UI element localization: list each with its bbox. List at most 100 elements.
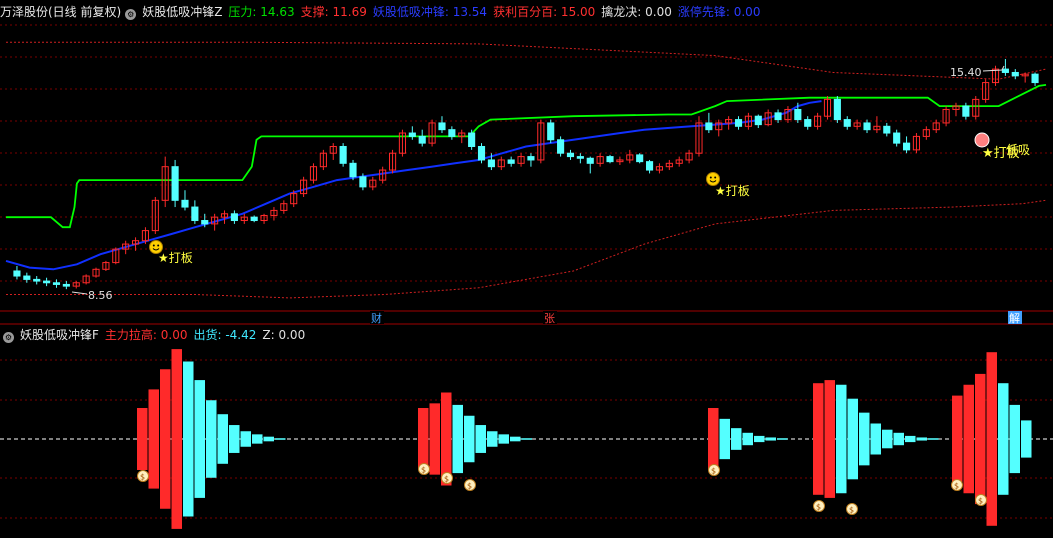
money-bag-symbol: $ [978, 497, 983, 506]
bar-red [963, 384, 974, 494]
candle-down [576, 156, 584, 159]
candle-down [349, 162, 357, 178]
bar-red [824, 380, 835, 498]
candle-down [23, 275, 31, 280]
candle-down [230, 213, 238, 222]
candle-down [438, 122, 446, 131]
candle-down [863, 122, 871, 131]
bar-cyan [777, 438, 788, 440]
bar-red [171, 349, 182, 529]
bar-red [148, 389, 159, 489]
bar-cyan [928, 438, 939, 440]
candle-down [181, 199, 189, 208]
bar-cyan [452, 404, 463, 474]
bar-cyan [847, 398, 858, 480]
event-badge-jie-text: 解 [1009, 311, 1020, 325]
bar-cyan [893, 432, 904, 446]
bar-cyan [1021, 420, 1032, 458]
bar-cyan [1009, 404, 1020, 474]
candle-down [804, 119, 812, 127]
candle-down [62, 283, 70, 287]
bar-red [441, 392, 452, 486]
candle-down [250, 216, 258, 222]
candle-down [171, 166, 179, 201]
candle-down [13, 270, 21, 277]
bar-cyan [870, 423, 881, 455]
bar-cyan [510, 436, 521, 442]
smiley-icon-eye [714, 176, 717, 179]
candle-down [201, 220, 209, 225]
bar-cyan [475, 425, 486, 453]
money-bag-symbol: $ [421, 466, 426, 475]
candle-down [705, 122, 713, 131]
candle-down [468, 132, 476, 147]
candle-down [477, 145, 486, 161]
bar-cyan [521, 438, 532, 440]
bar-red [986, 352, 997, 526]
bar-cyan [194, 380, 205, 498]
bar-red [975, 373, 986, 505]
low-price-arrow [71, 291, 88, 295]
candle-down [487, 159, 495, 168]
band-upper-line [6, 41, 1047, 80]
bar-red [160, 369, 171, 509]
bar-cyan [916, 437, 927, 441]
bar-red [708, 408, 719, 470]
bar-red [418, 408, 429, 470]
candle-down [902, 142, 911, 151]
candle-down [527, 156, 535, 161]
candle-down [448, 129, 456, 137]
candle-down [1011, 71, 1019, 77]
bar-cyan [765, 437, 776, 441]
money-bag-symbol: $ [444, 475, 449, 484]
candle-down [339, 145, 347, 164]
bar-cyan [859, 412, 870, 466]
bar-cyan [487, 431, 498, 447]
bar-red [429, 403, 440, 475]
hand-icon [974, 132, 990, 148]
smiley-icon-eye [152, 244, 155, 247]
high-price-label: 15.40 [950, 66, 982, 79]
money-bag-symbol: $ [954, 482, 959, 491]
candle-down [754, 115, 762, 126]
candle-down [734, 119, 743, 127]
money-bag-symbol: $ [467, 482, 472, 491]
candle-down [794, 108, 802, 121]
candle-down [507, 159, 515, 164]
signal-label: 低吸 [1006, 143, 1030, 157]
bar-cyan [229, 425, 240, 453]
bar-cyan [217, 414, 228, 464]
bar-cyan [240, 431, 251, 447]
bar-red [813, 383, 824, 495]
bar-cyan [719, 418, 730, 460]
high-price-arrow [982, 65, 1005, 72]
chart-canvas[interactable]: ★打板★打板★打板低吸15.408.56财张解$$$$$$ $$$ [0, 0, 1053, 538]
bar-cyan [206, 400, 217, 478]
smiley-icon-eye [709, 176, 712, 179]
candle-down [566, 152, 575, 158]
candle-down [191, 206, 199, 222]
bar-cyan [998, 383, 1009, 495]
bar-red [952, 395, 963, 483]
money-bag-symbol: $ [140, 473, 145, 482]
candle-down [645, 161, 654, 171]
bar-cyan [252, 434, 263, 444]
candle-down [408, 132, 416, 137]
bar-cyan [882, 429, 893, 449]
smiley-icon-eye [157, 244, 160, 247]
candle-down [1031, 73, 1039, 84]
bar-cyan [275, 438, 286, 440]
bar-cyan [905, 435, 916, 443]
candle-down [1001, 68, 1009, 73]
signal-label: ★打板 [158, 251, 193, 265]
candle-down [893, 132, 901, 144]
candle-down [586, 157, 594, 164]
low-price-label: 8.56 [88, 289, 113, 302]
candle-down [33, 278, 41, 282]
resistance-line [6, 84, 1047, 229]
bar-cyan [731, 428, 742, 450]
bar-cyan [498, 434, 509, 444]
candle-down [606, 156, 614, 163]
bar-cyan [754, 435, 765, 443]
candle-down [636, 154, 644, 163]
